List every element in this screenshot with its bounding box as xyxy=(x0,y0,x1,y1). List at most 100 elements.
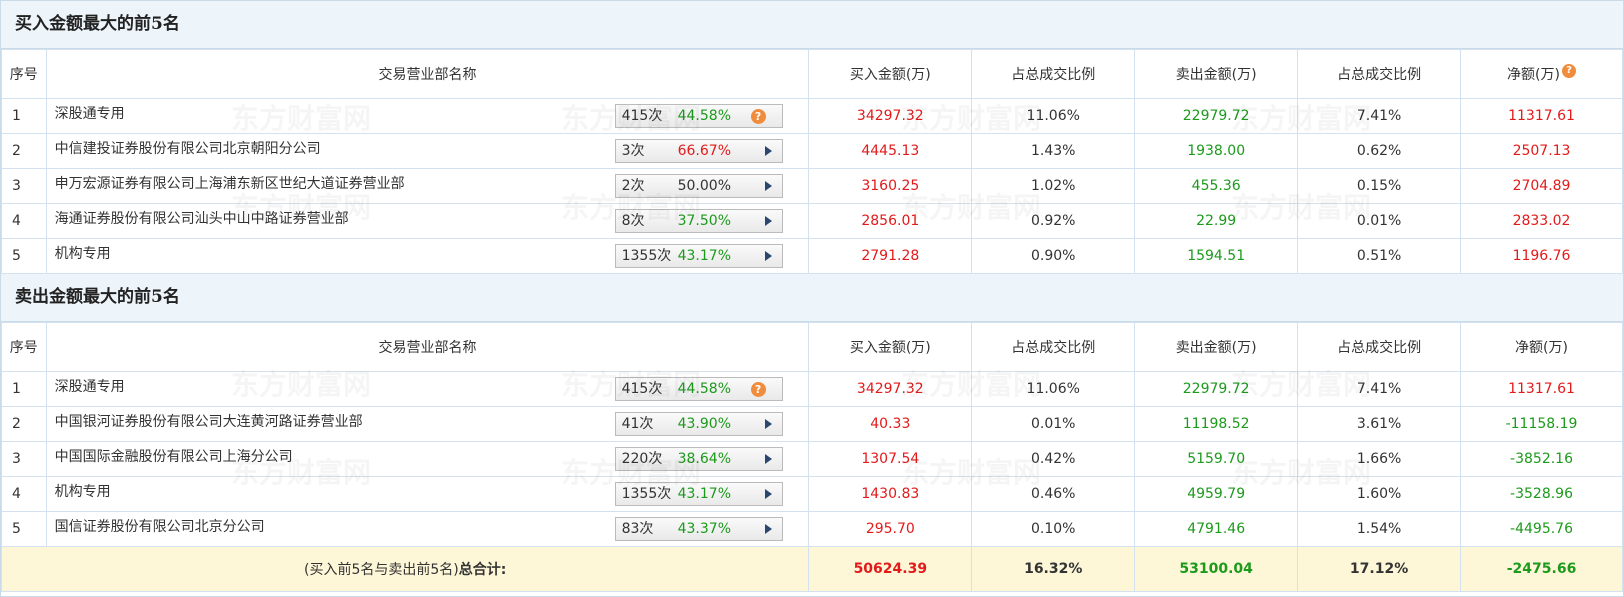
total-label-bold: 总合计: xyxy=(458,562,507,578)
arrow-right-icon[interactable] xyxy=(764,524,772,534)
branch-win-rate: 44.58% xyxy=(677,108,731,124)
row-index: 1 xyxy=(1,371,47,407)
buy-ratio: 11.06% xyxy=(971,371,1136,407)
branch-name[interactable]: 深股通专用 xyxy=(55,372,125,402)
sell-ratio: 1.66% xyxy=(1297,441,1462,477)
col-header-index: 序号 xyxy=(1,49,47,99)
buy-ratio: 1.43% xyxy=(971,133,1136,169)
branch-cell: 机构专用 1355次 43.17% xyxy=(45,476,810,512)
arrow-right-icon[interactable] xyxy=(764,146,772,156)
branch-cell: 中国银河证券股份有限公司大连黄河路证券营业部 41次 43.90% xyxy=(45,406,810,442)
table-row: 4 机构专用 1355次 43.17% 1430.83 0.46% 4959.79 1.60%… xyxy=(1,476,1623,512)
arrow-right-icon[interactable] xyxy=(764,489,772,499)
table-row: 5 机构专用 1355次 43.17% 2791.28 0.90% 1594.51 0.51%… xyxy=(1,238,1623,274)
branch-name[interactable]: 中国国际金融股份有限公司上海分公司 xyxy=(55,442,293,472)
branch-stats-chip[interactable]: 1355次 43.17% xyxy=(614,244,783,268)
table-row: 3 申万宏源证券有限公司上海浦东新区世纪大道证券营业部 2次 50.00% 3160.2… xyxy=(1,168,1623,204)
branch-stats-chip[interactable]: 415次 44.58%? xyxy=(614,377,783,401)
branch-win-rate: 43.90% xyxy=(677,416,731,432)
buy-amount: 3160.25 xyxy=(808,168,973,204)
branch-name[interactable]: 国信证券股份有限公司北京分公司 xyxy=(55,512,265,542)
sell-amount: 22979.72 xyxy=(1134,98,1299,134)
branch-cell: 中信建投证券股份有限公司北京朝阳分公司 3次 66.67% xyxy=(45,133,810,169)
sell-amount: 11198.52 xyxy=(1134,406,1299,442)
col-header-buy-amount: 买入金额(万) xyxy=(808,322,973,372)
branch-stats-chip[interactable]: 3次 66.67% xyxy=(614,139,783,163)
buy-table: 序号 交易营业部名称 买入金额(万) 占总成交比例 卖出金额(万) 占总成交比例… xyxy=(1,49,1623,274)
arrow-right-icon[interactable] xyxy=(764,454,772,464)
net-amount: 2833.02 xyxy=(1460,203,1623,239)
total-buy-ratio: 16.32% xyxy=(971,546,1136,592)
branch-stats-chip[interactable]: 2次 50.00% xyxy=(614,174,783,198)
branch-cell: 中国国际金融股份有限公司上海分公司 220次 38.64% xyxy=(45,441,810,477)
question-icon[interactable]: ? xyxy=(1561,64,1576,78)
branch-list-count: 41次 xyxy=(621,416,654,432)
branch-win-rate: 66.67% xyxy=(677,143,731,159)
net-amount: -11158.19 xyxy=(1460,406,1623,442)
sell-amount: 4791.46 xyxy=(1134,511,1299,547)
sell-ratio: 0.15% xyxy=(1297,168,1462,204)
buy-amount: 34297.32 xyxy=(808,98,973,134)
table-row: 4 海通证券股份有限公司汕头中山中路证券营业部 8次 37.50% 2856.01 0.9… xyxy=(1,203,1623,239)
branch-stats-chip[interactable]: 41次 43.90% xyxy=(614,412,783,436)
sell-section-title: 卖出金额最大的前5名 xyxy=(1,274,1623,322)
branch-win-rate: 43.37% xyxy=(677,521,731,537)
question-icon[interactable]: ? xyxy=(750,109,766,124)
col-header-index: 序号 xyxy=(1,322,47,372)
branch-name[interactable]: 深股通专用 xyxy=(55,99,125,129)
total-buy: 50624.39 xyxy=(808,546,973,592)
branch-cell: 申万宏源证券有限公司上海浦东新区世纪大道证券营业部 2次 50.00% xyxy=(45,168,810,204)
buy-amount: 4445.13 xyxy=(808,133,973,169)
branch-stats-chip[interactable]: 415次 44.58%? xyxy=(614,104,783,128)
buy-ratio: 1.02% xyxy=(971,168,1136,204)
row-index: 4 xyxy=(1,203,47,239)
branch-win-rate: 38.64% xyxy=(677,451,731,467)
row-index: 4 xyxy=(1,476,47,512)
row-index: 1 xyxy=(1,98,47,134)
branch-stats-chip[interactable]: 83次 43.37% xyxy=(614,517,783,541)
sell-table: 序号 交易营业部名称 买入金额(万) 占总成交比例 卖出金额(万) 占总成交比例… xyxy=(0,322,1623,592)
branch-name[interactable]: 申万宏源证券有限公司上海浦东新区世纪大道证券营业部 xyxy=(55,169,405,199)
buy-amount: 34297.32 xyxy=(808,371,973,407)
col-header-sell-ratio: 占总成交比例 xyxy=(1297,322,1462,372)
net-amount: -4495.76 xyxy=(1460,511,1623,547)
branch-win-rate: 44.58% xyxy=(677,381,731,397)
arrow-right-icon[interactable] xyxy=(764,181,772,191)
branch-name[interactable]: 机构专用 xyxy=(55,477,111,507)
branch-name[interactable]: 机构专用 xyxy=(55,239,111,269)
net-amount: 2704.89 xyxy=(1460,168,1623,204)
col-header-sell-ratio: 占总成交比例 xyxy=(1297,49,1462,99)
buy-amount: 40.33 xyxy=(808,406,973,442)
table-row: 1 深股通专用 415次 44.58%? 34297.32 11.06% 22979.72 7… xyxy=(1,98,1623,134)
question-icon[interactable]: ? xyxy=(750,382,766,397)
buy-ratio: 11.06% xyxy=(971,98,1136,134)
col-header-buy-amount: 买入金额(万) xyxy=(808,49,973,99)
buy-ratio: 0.46% xyxy=(971,476,1136,512)
branch-stats-chip[interactable]: 8次 37.50% xyxy=(614,209,783,233)
arrow-right-icon[interactable] xyxy=(764,216,772,226)
col-header-net: 净额(万)? xyxy=(1460,49,1623,99)
branch-name[interactable]: 中国银河证券股份有限公司大连黄河路证券营业部 xyxy=(55,407,363,437)
row-index: 3 xyxy=(1,168,47,204)
branch-stats-chip[interactable]: 1355次 43.17% xyxy=(614,482,783,506)
branch-list-count: 3次 xyxy=(621,143,645,159)
buy-table-header: 序号 交易营业部名称 买入金额(万) 占总成交比例 卖出金额(万) 占总成交比例… xyxy=(1,49,1623,99)
arrow-right-icon[interactable] xyxy=(764,251,772,261)
row-index: 3 xyxy=(1,441,47,477)
col-header-sell-amount: 卖出金额(万) xyxy=(1134,322,1299,372)
sell-amount: 4959.79 xyxy=(1134,476,1299,512)
total-sell: 53100.04 xyxy=(1134,546,1299,592)
branch-stats-chip[interactable]: 220次 38.64% xyxy=(614,447,783,471)
branch-cell: 深股通专用 415次 44.58%? xyxy=(45,371,810,407)
branch-name[interactable]: 中信建投证券股份有限公司北京朝阳分公司 xyxy=(55,134,321,164)
net-amount: -3852.16 xyxy=(1460,441,1623,477)
table-row: 2 中国银河证券股份有限公司大连黄河路证券营业部 41次 43.90% 40.33 0.0… xyxy=(1,406,1623,442)
branch-list-count: 83次 xyxy=(621,521,654,537)
arrow-right-icon[interactable] xyxy=(764,419,772,429)
net-amount: 1196.76 xyxy=(1460,238,1623,274)
buy-amount: 2791.28 xyxy=(808,238,973,274)
sell-ratio: 0.01% xyxy=(1297,203,1462,239)
branch-list-count: 2次 xyxy=(621,178,645,194)
branch-name[interactable]: 海通证券股份有限公司汕头中山中路证券营业部 xyxy=(55,204,349,234)
billboard-panel: 买入金额最大的前5名 序号 交易营业部名称 买入金额(万) 占总成交比例 卖出金… xyxy=(0,0,1624,597)
